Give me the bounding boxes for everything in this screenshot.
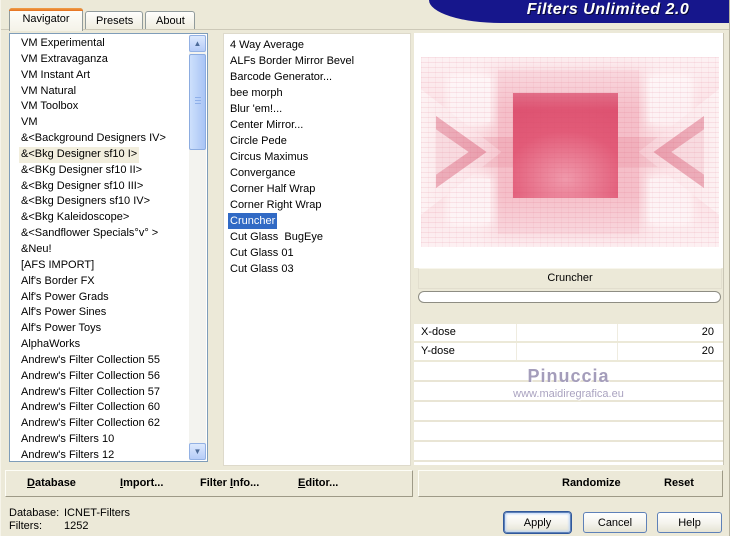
list-item[interactable]: Cut Glass 01 <box>228 245 296 261</box>
list-item[interactable]: Blur 'em!... <box>228 101 284 117</box>
slider-ticks <box>414 324 723 341</box>
list-item[interactable]: ALFs Border Mirror Bevel <box>228 53 356 69</box>
list-item[interactable]: &<Bkg Kaleidoscope> <box>19 210 131 226</box>
randomize-button[interactable]: Randomize <box>562 477 621 489</box>
list-item[interactable]: Andrew's Filter Collection 62 <box>19 416 162 432</box>
list-item[interactable]: VM <box>19 115 40 131</box>
list-item[interactable]: &<Sandflower Specials°v° > <box>19 226 160 242</box>
toolbar-right: Randomize Reset <box>418 470 723 497</box>
database-button[interactable]: Database <box>27 477 76 489</box>
list-item[interactable]: Corner Right Wrap <box>228 197 324 213</box>
reset-button[interactable]: Reset <box>664 477 694 489</box>
list-item[interactable]: Barcode Generator... <box>228 69 334 85</box>
list-item[interactable]: Andrew's Filter Collection 55 <box>19 353 162 369</box>
slider-label: Y-dose <box>421 345 455 357</box>
slider-ticks <box>414 343 723 360</box>
filters-unlimited-dialog: Filters Unlimited 2.0 Navigator Presets … <box>0 0 730 536</box>
category-list[interactable]: VM Experimental VM Extravaganza VM Instant… <box>9 33 208 462</box>
list-item[interactable]: Cut Glass BugEye <box>228 229 325 245</box>
tab-about[interactable]: About <box>145 11 195 30</box>
list-item[interactable]: Center Mirror... <box>228 117 305 133</box>
list-item[interactable]: Andrew's Filter Collection 60 <box>19 400 162 416</box>
list-item[interactable]: VM Extravaganza <box>19 52 110 68</box>
list-item[interactable]: &<Bkg Designer sf10 I> <box>19 146 140 163</box>
list-item[interactable]: VM Toolbox <box>19 99 80 115</box>
progress-bar <box>418 291 721 303</box>
category-scrollbar[interactable]: ▲ ▼ <box>189 35 206 460</box>
editor-button[interactable]: Editor... <box>298 477 338 489</box>
scroll-down-icon[interactable]: ▼ <box>189 443 206 460</box>
scrollbar-thumb[interactable] <box>189 54 206 150</box>
list-item[interactable]: &<BKg Designer sf10 II> <box>19 163 144 179</box>
watermark: Pinuccia www.maidiregrafica.eu <box>414 366 723 400</box>
list-item[interactable]: &<Background Designers IV> <box>19 131 168 147</box>
list-item[interactable]: Circus Maximus <box>228 149 310 165</box>
list-item[interactable]: Andrew's Filter Collection 57 <box>19 385 162 401</box>
slider-value: 20 <box>701 326 714 338</box>
app-title: Filters Unlimited 2.0 <box>526 1 690 18</box>
watermark-url: www.maidiregrafica.eu <box>513 388 624 400</box>
list-item[interactable]: Cut Glass 03 <box>228 261 296 277</box>
slider-label: X-dose <box>421 326 456 338</box>
list-item[interactable]: Andrew's Filters 10 <box>19 432 116 448</box>
list-item[interactable]: bee morph <box>228 85 285 101</box>
title-banner: Filters Unlimited 2.0 <box>429 0 729 23</box>
scroll-up-icon[interactable]: ▲ <box>189 35 206 52</box>
list-item[interactable]: Andrew's Filter Collection 56 <box>19 369 162 385</box>
list-item[interactable]: Andrew's Filters 12 <box>19 448 116 461</box>
list-item[interactable]: Alf's Power Grads <box>19 290 111 306</box>
help-button[interactable]: Help <box>657 512 722 533</box>
category-rows: VM Experimental VM Extravaganza VM Instant… <box>10 36 189 461</box>
list-item[interactable]: Circle Pede <box>228 133 289 149</box>
list-item[interactable]: Corner Half Wrap <box>228 181 317 197</box>
preview-image[interactable] <box>421 57 719 247</box>
slider-value: 20 <box>701 345 714 357</box>
tab-page-border <box>1 29 729 30</box>
list-item[interactable]: Alf's Border FX <box>19 274 97 290</box>
filter-rows: 4 Way Average ALFs Border Mirror Bevel Bar… <box>224 37 410 277</box>
filter-list[interactable]: 4 Way Average ALFs Border Mirror Bevel Bar… <box>223 33 411 466</box>
list-item[interactable]: VM Instant Art <box>19 68 92 84</box>
list-item[interactable]: &<Bkg Designer sf10 III> <box>19 179 145 195</box>
database-label: Database: <box>9 507 60 519</box>
toolbar-left: Database Import... Filter Info... Editor… <box>5 470 413 497</box>
list-item[interactable]: Alf's Power Toys <box>19 321 103 337</box>
filter-info-button[interactable]: Filter Info... <box>200 477 259 489</box>
slider-y-dose[interactable]: Y-dose 20 <box>414 343 723 360</box>
slider-x-dose[interactable]: X-dose 20 <box>414 324 723 341</box>
list-item[interactable]: VM Experimental <box>19 36 107 52</box>
filters-count-label: Filters: <box>9 520 42 532</box>
list-item[interactable]: &Neu! <box>19 242 54 258</box>
list-item[interactable]: Convergance <box>228 165 297 181</box>
database-value: ICNET-Filters <box>64 507 130 519</box>
tab-navigator[interactable]: Navigator <box>9 8 83 31</box>
watermark-name: Pinuccia <box>527 366 610 386</box>
import-button[interactable]: Import... <box>120 477 163 489</box>
list-item[interactable]: Cruncher <box>228 213 278 229</box>
list-item[interactable]: Alf's Power Sines <box>19 305 108 321</box>
list-item[interactable]: AlphaWorks <box>19 337 82 353</box>
filters-count-value: 1252 <box>64 520 89 532</box>
list-item[interactable]: VM Natural <box>19 84 78 100</box>
selected-filter-header: Cruncher <box>418 268 722 289</box>
panel-right-border <box>723 33 724 465</box>
preview-panel <box>414 33 723 268</box>
list-item[interactable]: [AFS IMPORT] <box>19 258 96 274</box>
cancel-button[interactable]: Cancel <box>583 512 647 533</box>
list-item[interactable]: 4 Way Average <box>228 37 306 53</box>
tab-presets[interactable]: Presets <box>85 11 143 30</box>
list-item[interactable]: &<Bkg Designers sf10 IV> <box>19 194 152 210</box>
apply-button[interactable]: Apply <box>504 512 571 533</box>
